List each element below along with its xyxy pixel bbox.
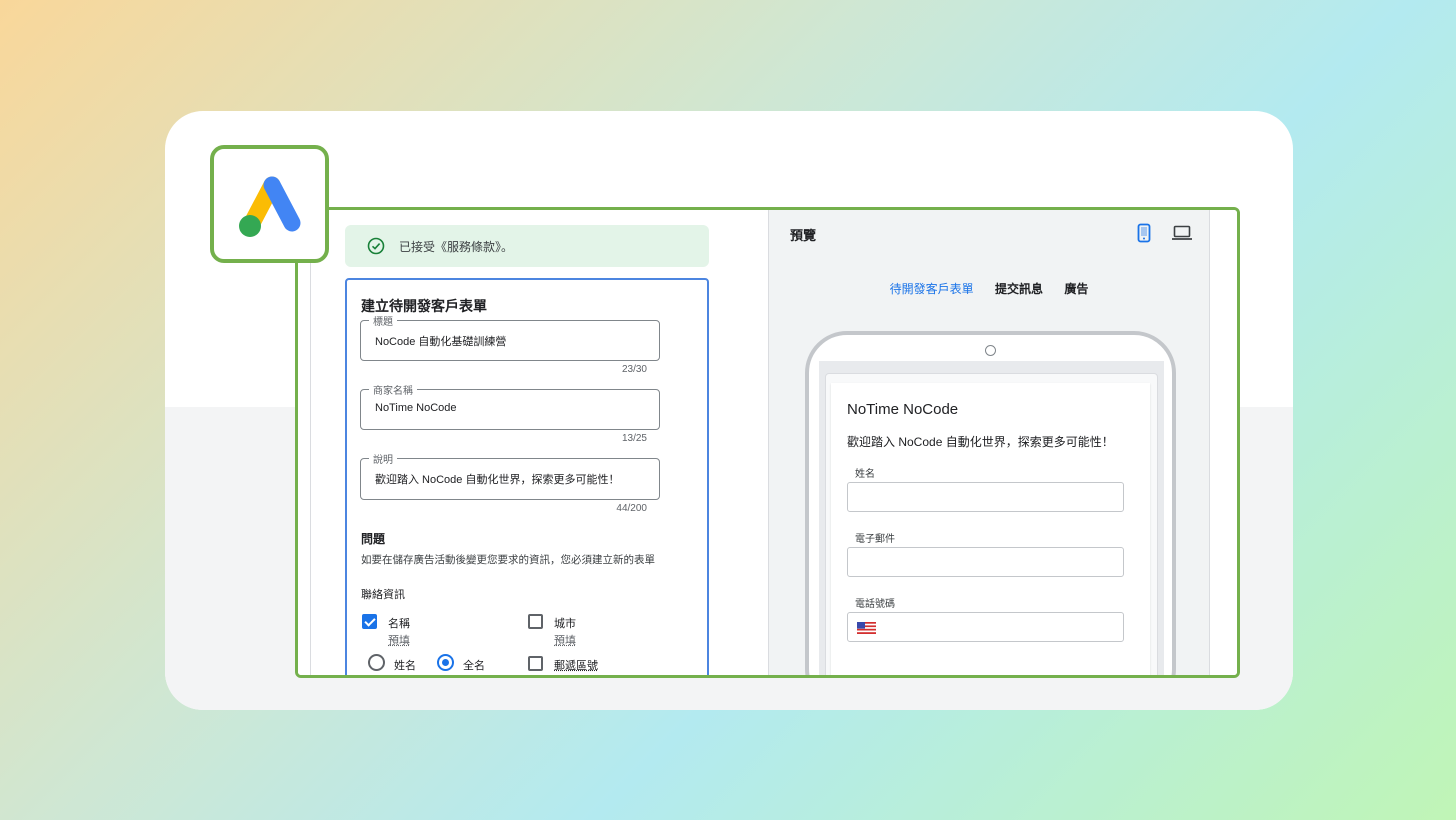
- tab-lead-form[interactable]: 待開發客戶表單: [890, 280, 974, 297]
- preview-edge-fill: [1210, 210, 1237, 675]
- phone-mockup: NoTime NoCode 歡迎踏入 NoCode 自動化世界，探索更多可能性！…: [805, 331, 1176, 675]
- business-name-field[interactable]: 商家名稱 NoTime NoCode: [360, 382, 660, 430]
- check-circle-icon: [367, 237, 385, 255]
- preview-title: 預覽: [790, 228, 817, 243]
- preview-panel: 預覽 待開發客戶表單 提交訊息 廣告 NoTime NoCode 歡迎踏入 No…: [768, 210, 1237, 675]
- full-name-label: 全名: [463, 660, 485, 672]
- tab-ad[interactable]: 廣告: [1064, 280, 1088, 297]
- questions-title: 問題: [361, 532, 386, 546]
- lead-business-name: NoTime NoCode: [847, 401, 959, 418]
- lead-phone-input[interactable]: [847, 612, 1124, 642]
- google-ads-logo: [239, 176, 301, 237]
- phone-camera: [985, 345, 996, 356]
- questions-description: 如要在儲存廣告活動後變更您要求的資訊，您必須建立新的表單: [361, 554, 655, 566]
- lead-description: 歡迎踏入 NoCode 自動化世界，探索更多可能性！: [847, 435, 1114, 449]
- us-flag-icon: [857, 622, 876, 634]
- laptop-icon[interactable]: [1171, 224, 1193, 242]
- lead-name-input[interactable]: [847, 482, 1124, 512]
- lead-name-label: 姓名: [855, 469, 875, 480]
- business-name-value: NoTime NoCode: [375, 402, 457, 414]
- headline-counter: 23/30: [621, 364, 647, 375]
- lead-form-preview: NoTime NoCode 歡迎踏入 NoCode 自動化世界，探索更多可能性！…: [831, 383, 1150, 675]
- description-value: 歡迎踏入 NoCode 自動化世界，探索更多可能性！: [375, 474, 620, 486]
- city-prefill-link[interactable]: 預填: [554, 632, 576, 648]
- lead-email-input[interactable]: [847, 547, 1124, 577]
- lead-form-editor: 建立待開發客戶表單 標題 NoCode 自動化基礎訓練營 23/30 商家名稱 …: [345, 278, 709, 675]
- business-name-counter: 13/25: [621, 433, 647, 444]
- first-name-radio[interactable]: [368, 654, 385, 671]
- screenshot-frame: 已接受《服務條款》。 建立待開發客戶表單 標題 NoCode 自動化基礎訓練營 …: [295, 207, 1240, 678]
- name-prefill-link[interactable]: 預填: [388, 632, 410, 648]
- headline-field[interactable]: 標題 NoCode 自動化基礎訓練營: [360, 313, 660, 361]
- name-option-label: 名稱: [388, 618, 410, 630]
- headline-label: 標題: [369, 313, 397, 328]
- notice-text: 已接受《服務條款》。: [399, 239, 514, 254]
- postal-code-label: 郵遞區號: [554, 660, 598, 672]
- terms-accepted-notice: 已接受《服務條款》。: [345, 225, 709, 267]
- first-name-label: 姓名: [394, 660, 416, 672]
- phone-screen: NoTime NoCode 歡迎踏入 NoCode 自動化世界，探索更多可能性！…: [819, 361, 1164, 675]
- lead-email-label: 電子郵件: [855, 534, 895, 545]
- full-name-radio[interactable]: [437, 654, 454, 671]
- lead-phone-label: 電話號碼: [855, 599, 895, 610]
- google-ads-logo-box: [210, 145, 329, 263]
- form-editor-panel: 已接受《服務條款》。 建立待開發客戶表單 標題 NoCode 自動化基礎訓練營 …: [298, 210, 768, 675]
- city-checkbox[interactable]: [528, 614, 543, 629]
- phone-icon[interactable]: [1136, 223, 1152, 243]
- description-counter: 44/200: [616, 503, 647, 514]
- tab-submit-message[interactable]: 提交訊息: [995, 280, 1043, 297]
- description-label: 說明: [369, 451, 397, 466]
- description-field[interactable]: 說明 歡迎踏入 NoCode 自動化世界，探索更多可能性！: [360, 451, 660, 500]
- panel-divider: [310, 210, 311, 675]
- headline-value: NoCode 自動化基礎訓練營: [375, 336, 507, 348]
- contact-info-title: 聯絡資訊: [361, 589, 405, 601]
- city-option-label: 城市: [554, 618, 576, 630]
- business-name-label: 商家名稱: [369, 382, 417, 397]
- postal-code-checkbox[interactable]: [528, 656, 543, 671]
- name-checkbox[interactable]: [362, 614, 377, 629]
- preview-tabs: 待開發客戶表單 提交訊息 廣告: [768, 280, 1210, 297]
